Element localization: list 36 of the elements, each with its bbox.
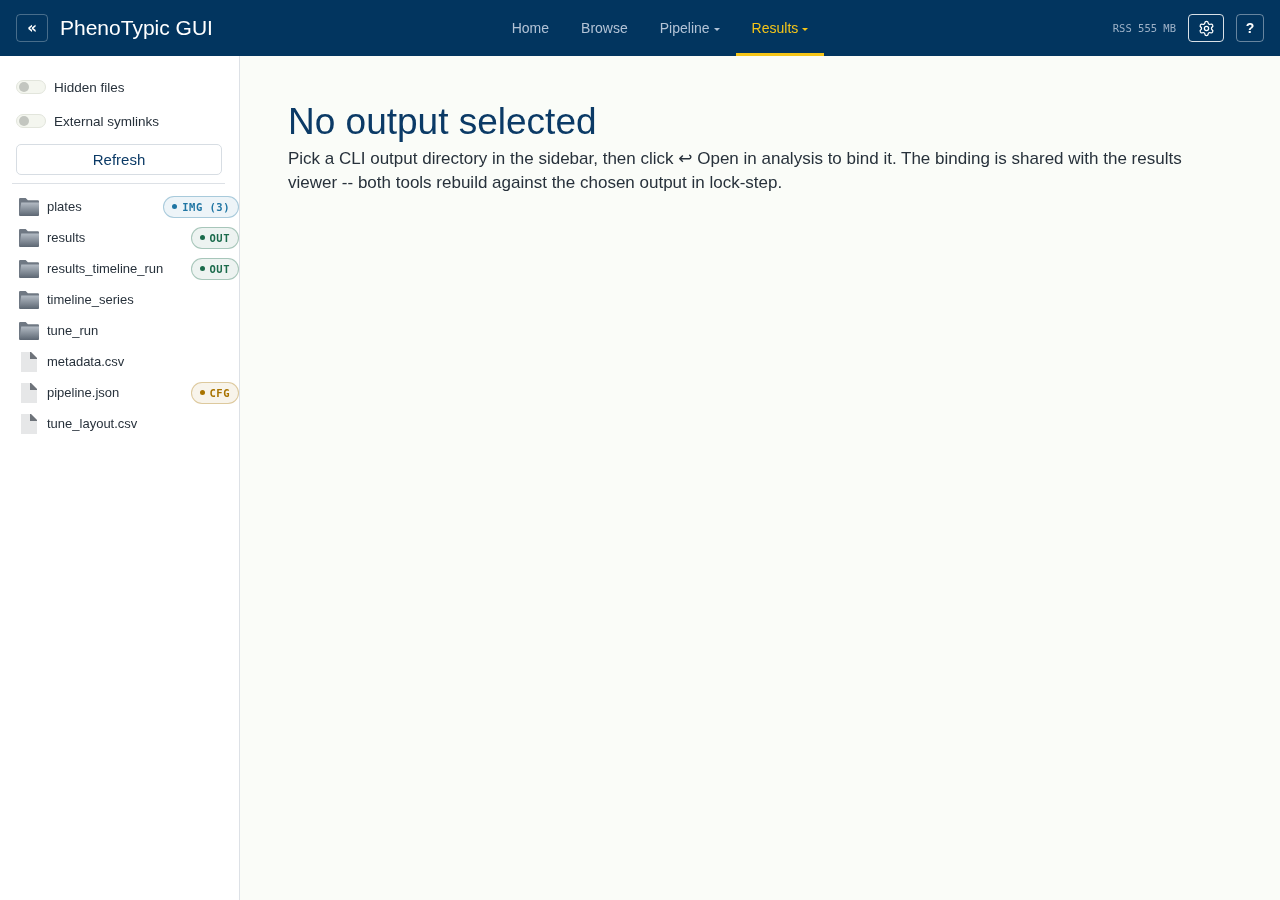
help-button[interactable]: ? (1236, 14, 1264, 42)
nav-tab[interactable]: Home (495, 0, 566, 56)
file-name[interactable]: tune_run (47, 323, 99, 338)
tag-label: CFG (209, 386, 230, 399)
empty-state-heading: No output selected (288, 100, 598, 144)
folder-icon (19, 321, 39, 340)
folder-icon (19, 228, 39, 247)
toggle-switch[interactable] (16, 80, 46, 94)
app-title: PhenoTypic GUI (60, 16, 213, 40)
file-icon (21, 382, 37, 403)
toggle-label: Hidden files (54, 79, 125, 95)
file-name[interactable]: timeline_series (47, 292, 134, 307)
settings-button[interactable] (1188, 14, 1224, 42)
file-name[interactable]: tune_layout.csv (47, 416, 138, 431)
refresh-button[interactable]: Refresh (16, 144, 222, 175)
file-name[interactable]: results (47, 230, 86, 245)
file-name[interactable]: results_timeline_run (47, 261, 164, 276)
empty-state-message: Pick a CLI output directory in the sidebar, then click ↩ Open in analysis to bind it. The binding is shared with the results viewer -- both tools rebuild against the chosen output in lock-step. (288, 148, 1183, 194)
memory-usage: RSS 555 MB (1112, 22, 1176, 34)
file-name[interactable]: metadata.csv (47, 354, 125, 369)
toggle-label: External symlinks (54, 113, 160, 129)
file-icon (21, 351, 37, 372)
tag-label: OUT (209, 231, 230, 244)
nav-tab[interactable]: Pipeline (643, 0, 736, 56)
toggle-switch[interactable] (16, 114, 46, 128)
file-icon (21, 413, 37, 434)
tag-label: OUT (209, 262, 230, 275)
collapse-button[interactable]: « (16, 14, 48, 42)
settings-icon (1197, 19, 1215, 37)
nav-tab[interactable]: Browse (565, 0, 644, 56)
tag-label: IMG (3) (182, 200, 230, 213)
folder-icon (19, 197, 39, 216)
file-name[interactable]: plates (47, 199, 82, 214)
folder-icon (19, 259, 39, 278)
folder-icon (19, 290, 39, 309)
file-name[interactable]: pipeline.json (47, 385, 120, 400)
